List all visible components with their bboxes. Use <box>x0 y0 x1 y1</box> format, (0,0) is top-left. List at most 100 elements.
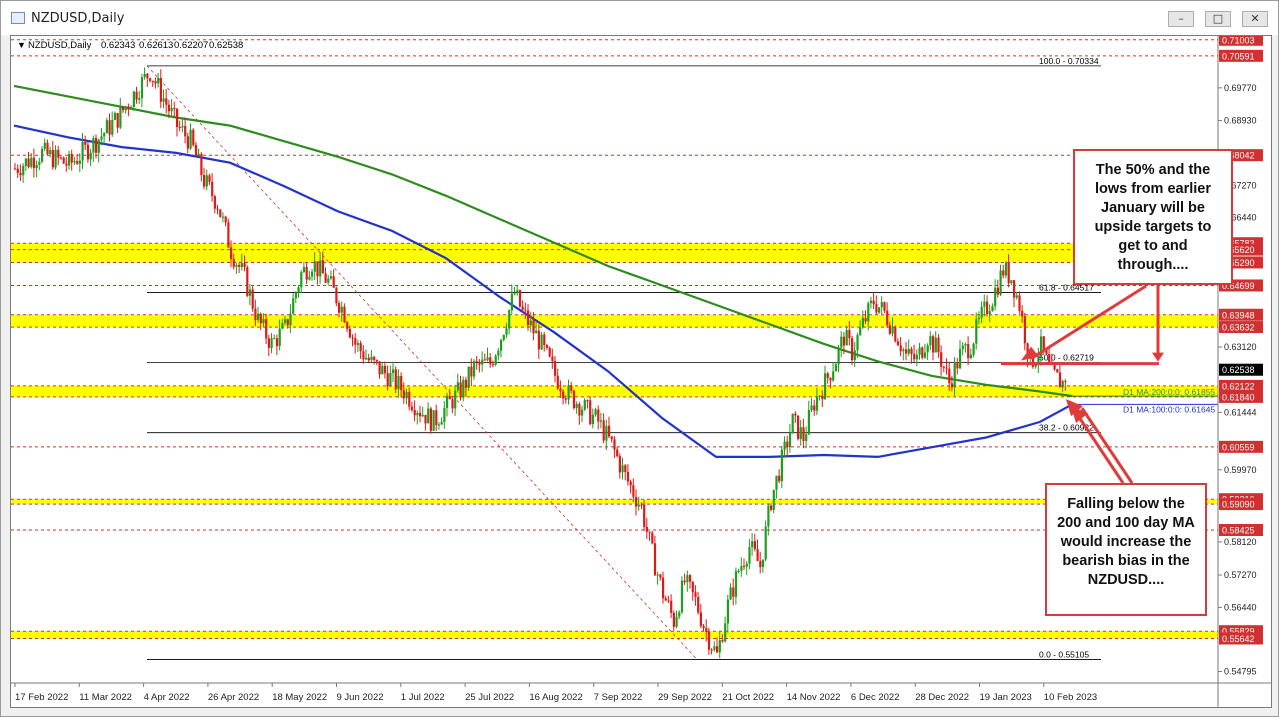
candle-body <box>759 560 762 568</box>
candle-body <box>732 587 735 597</box>
candle-body <box>637 504 640 507</box>
candle-body <box>329 276 333 279</box>
candle-body <box>208 175 211 182</box>
candle-body <box>257 313 260 320</box>
candle-body <box>437 424 441 426</box>
moving-average-layer: D1 MA:200:0:0: 0.61855 D1 MA:100:0:0: 0.6… <box>13 84 1218 459</box>
candle-body <box>154 81 157 84</box>
fib-label-2: 50.0 - 0.62719 <box>1039 353 1094 363</box>
candle-body <box>419 412 422 417</box>
candle-body <box>996 287 999 295</box>
candle-body <box>402 390 405 399</box>
candle-body <box>980 306 983 318</box>
candle-body <box>289 313 292 326</box>
candle-body <box>143 73 146 78</box>
candle-body <box>518 290 522 307</box>
candle-body <box>783 441 786 450</box>
candle-body <box>62 157 65 164</box>
candle-body <box>672 612 675 627</box>
candle-body <box>467 366 470 388</box>
candle-body <box>149 78 152 81</box>
candle-body <box>726 599 729 624</box>
price-level-label-7: 0.63948 <box>1222 310 1255 320</box>
candle-body <box>116 113 119 128</box>
candle-body <box>265 319 268 339</box>
candle-body <box>861 318 864 328</box>
close-button[interactable]: ✕ <box>1242 11 1268 27</box>
maximize-button[interactable]: □ <box>1205 11 1231 27</box>
symbol-name: NZDUSD,Daily <box>28 40 92 51</box>
candle-body <box>73 161 76 163</box>
candle-body <box>751 541 754 548</box>
candle-body <box>297 287 300 293</box>
candle-body <box>305 267 308 280</box>
candle-body <box>737 570 740 572</box>
candle-body <box>346 322 349 329</box>
candle-body <box>991 306 994 312</box>
candle-body <box>140 77 144 99</box>
high-price: 0.62613 <box>139 40 173 51</box>
candle-body <box>316 261 319 277</box>
candle-body <box>797 415 800 439</box>
candle-body <box>670 600 673 613</box>
candle-body <box>770 505 773 510</box>
chart-area[interactable]: 100.0 - 0.70334 61.8 - 0.64517 50.0 - 0.62… <box>10 33 1272 708</box>
candle-body <box>1048 354 1051 362</box>
candle-body <box>311 271 314 277</box>
candle-body <box>230 247 233 260</box>
candle-body <box>961 345 964 350</box>
candle-body <box>791 413 794 434</box>
candle-body <box>284 319 287 323</box>
candle-body <box>667 600 670 602</box>
y-tick-label-7: 0.58120 <box>1224 537 1257 547</box>
candle-body <box>837 347 840 365</box>
candle-body <box>200 153 203 176</box>
candle-body <box>678 612 681 617</box>
candle-body <box>932 336 935 353</box>
candle-body <box>629 481 632 486</box>
candle-body <box>953 362 956 388</box>
candle-body <box>448 395 451 400</box>
candle-body <box>224 216 227 223</box>
candle-body <box>362 351 365 360</box>
x-tick-label-13: 6 Dec 2022 <box>851 692 900 703</box>
candle-body <box>454 390 457 409</box>
candle-body <box>899 345 902 352</box>
candle-body <box>38 161 41 165</box>
candle-body <box>370 356 373 361</box>
minimize-button[interactable]: – <box>1168 11 1194 27</box>
candle-body <box>1002 270 1005 276</box>
candle-body <box>275 338 279 347</box>
candle-body <box>378 361 381 375</box>
candle-body <box>718 640 721 653</box>
candle-body <box>49 150 52 155</box>
candle-body <box>551 356 554 362</box>
candle-body <box>934 337 937 353</box>
candle-body <box>240 263 243 267</box>
candle-body <box>51 150 54 168</box>
candle-body <box>832 371 835 381</box>
annotation-upside-line-4: get to and <box>1118 238 1188 254</box>
candle-body <box>43 142 46 149</box>
candle-body <box>481 359 484 365</box>
candle-body <box>394 369 397 390</box>
candle-body <box>243 263 246 268</box>
x-tick-label-15: 19 Jan 2023 <box>980 692 1032 703</box>
price-axis: 0.697700.689300.672700.664400.631200.614… <box>1218 33 1263 677</box>
x-tick-label-14: 28 Dec 2022 <box>915 692 969 703</box>
y-tick-label-6: 0.59970 <box>1224 465 1257 475</box>
candle-body <box>778 475 781 482</box>
candle-body <box>810 405 813 411</box>
candle-body <box>19 172 22 176</box>
price-level-label-10: 0.62122 <box>1222 381 1255 391</box>
candle-body <box>748 547 751 564</box>
candle-body <box>270 338 273 349</box>
candle-body <box>842 336 846 346</box>
candle-body <box>535 330 538 334</box>
candle-body <box>292 298 295 314</box>
candle-body <box>788 433 792 448</box>
candle-body <box>918 347 921 355</box>
candle-body <box>977 317 981 319</box>
candle-body <box>743 565 746 567</box>
candle-body <box>221 216 225 218</box>
